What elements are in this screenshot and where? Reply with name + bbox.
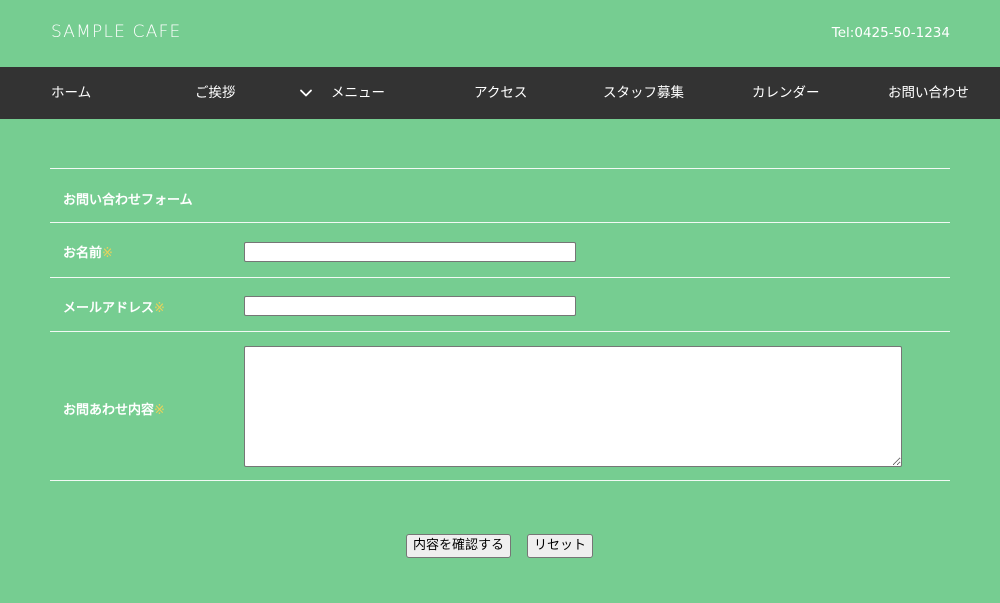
main-nav: ホーム ご挨拶 メニュー アクセス スタッフ募集 カレンダー お問い合わせ [0,67,1000,119]
required-mark: ※ [102,246,113,261]
nav-item-access[interactable]: アクセス [474,67,527,119]
message-textarea[interactable] [244,346,902,467]
email-row: メールアドレス※ [50,277,950,331]
required-mark: ※ [154,301,165,316]
phone-number: Tel:0425-50-1234 [831,25,950,41]
site-logo[interactable]: SAMPLE CAFE [51,22,182,42]
message-label: お問あわせ内容※ [63,399,165,418]
form-title: お問い合わせフォーム [63,193,193,208]
nav-item-recruit[interactable]: スタッフ募集 [603,67,684,119]
email-label-text: メールアドレス [63,301,155,316]
nav-item-home[interactable]: ホーム [51,67,91,119]
form-divider [50,480,950,481]
name-label: お名前※ [63,242,113,261]
required-mark: ※ [154,403,165,418]
site-header: SAMPLE CAFE Tel:0425-50-1234 [0,0,1000,67]
name-label-text: お名前 [63,246,103,261]
nav-item-menu[interactable]: メニュー [331,67,385,119]
confirm-button[interactable]: 内容を確認する [406,534,512,558]
reset-button[interactable]: リセット [527,534,594,558]
nav-item-contact[interactable]: お問い合わせ [888,67,969,119]
nav-item-greeting[interactable]: ご挨拶 [195,67,236,119]
chevron-down-icon[interactable] [299,86,313,100]
message-row: お問あわせ内容※ [50,331,950,480]
email-field[interactable] [244,296,576,316]
form-title-row: お問い合わせフォーム [50,168,950,222]
message-label-text: お問あわせ内容 [63,403,155,418]
nav-item-calendar[interactable]: カレンダー [752,67,820,119]
email-label: メールアドレス※ [63,297,165,316]
name-field[interactable] [244,242,576,262]
name-row: お名前※ [50,222,950,277]
